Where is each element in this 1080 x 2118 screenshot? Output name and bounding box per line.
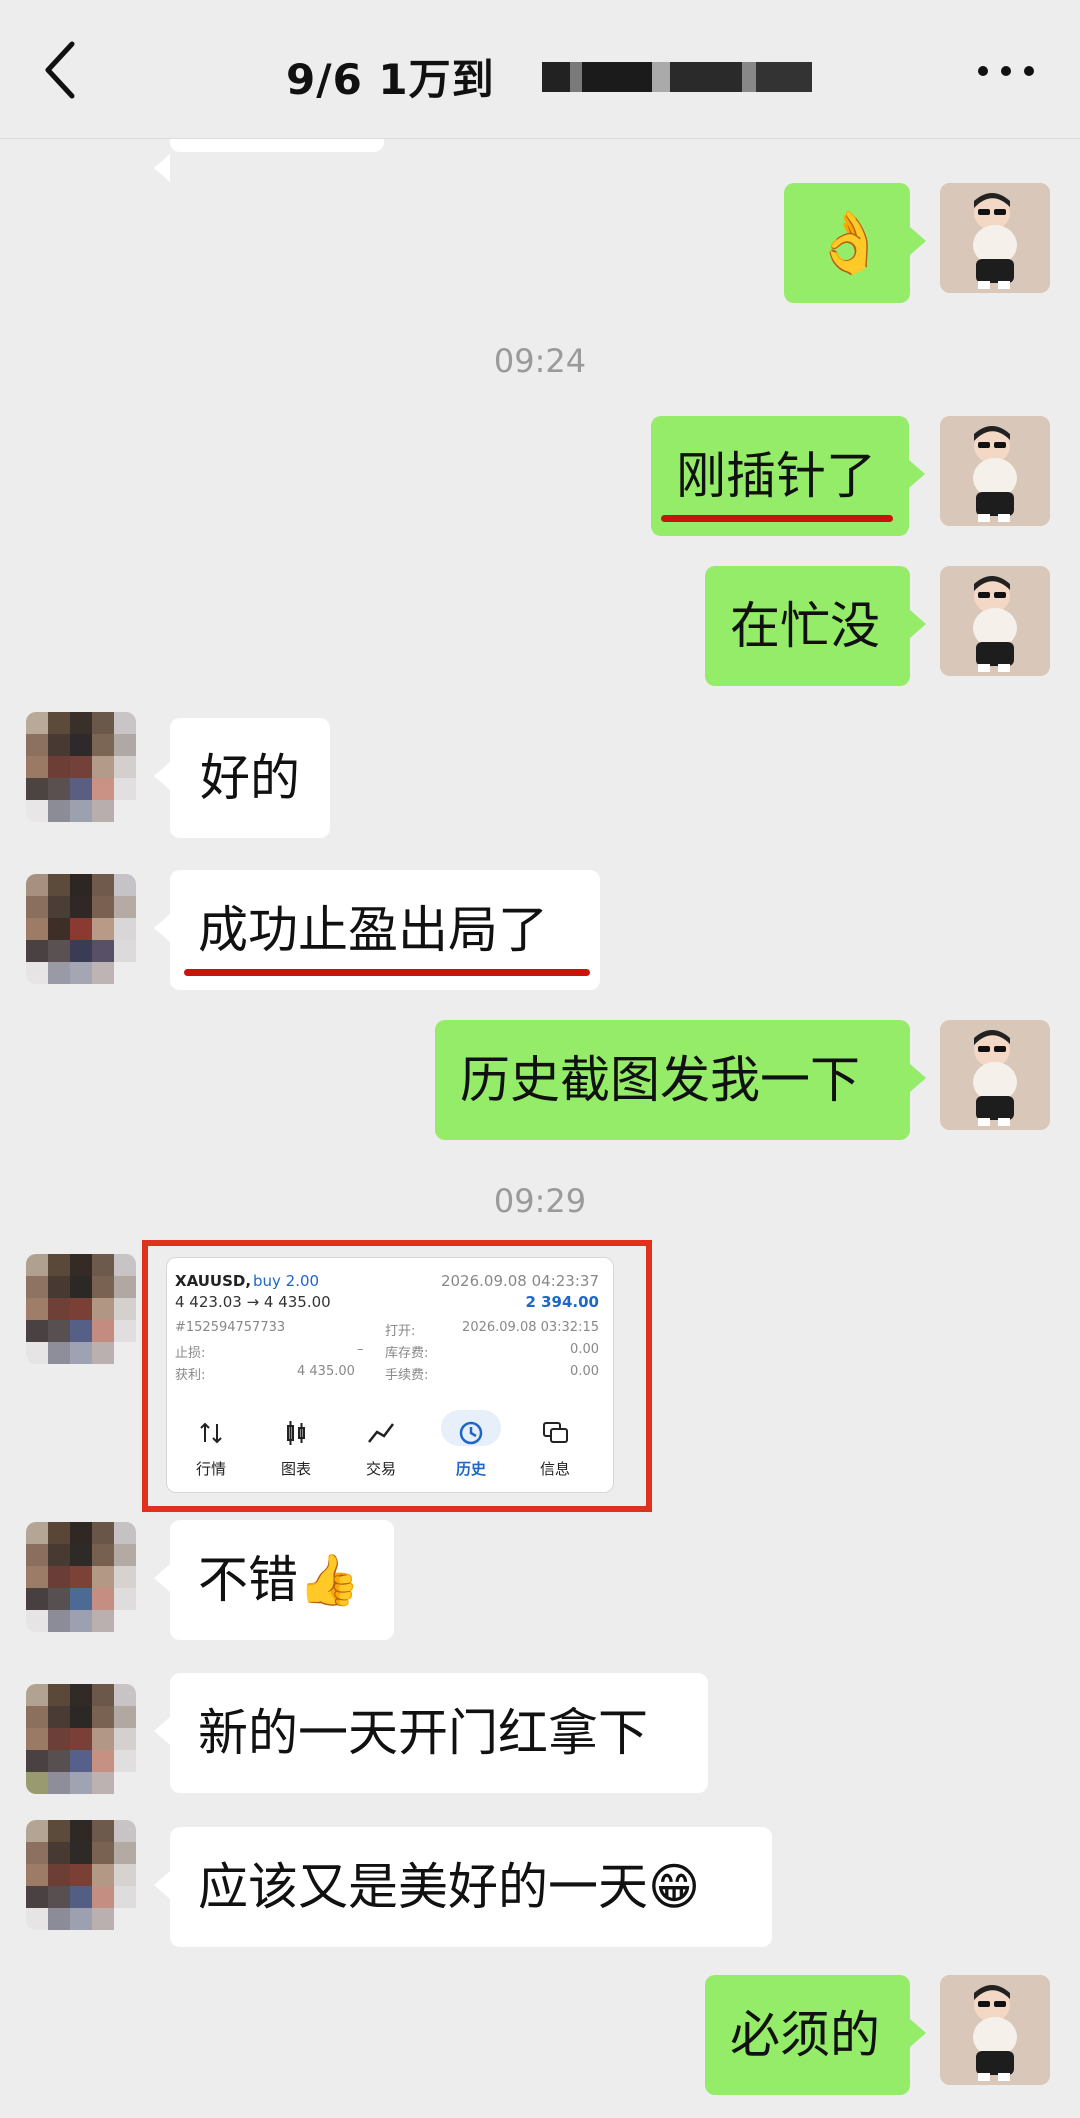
my-avatar[interactable]: [940, 1975, 1050, 2085]
tp-label: 获利:: [175, 1368, 206, 1383]
chat-header: 9/6 1万到: [0, 0, 1080, 139]
nav-label-quotes[interactable]: 行情: [181, 1458, 241, 1479]
trade-line-icon[interactable]: [351, 1418, 411, 1448]
message-text: 好的: [200, 749, 300, 807]
red-underline-annotation: [661, 515, 893, 522]
trade-profit: 2 394.00: [525, 1293, 599, 1311]
message-bubble[interactable]: 新的一天开门红拿下: [154, 1673, 708, 1793]
more-dots-icon[interactable]: [976, 64, 1036, 78]
message-bubble[interactable]: 成功止盈出局了: [154, 870, 600, 990]
message-bubble[interactable]: 在忙没: [705, 566, 926, 686]
message-text: 应该又是美好的一天😁: [198, 1858, 701, 1916]
message-text: 历史截图发我一下: [460, 1051, 860, 1109]
message-text: 成功止盈出局了: [198, 901, 548, 959]
tp-value: 4 435.00: [297, 1364, 355, 1379]
candlestick-chart-icon[interactable]: [266, 1418, 326, 1448]
red-underline-annotation: [184, 969, 590, 976]
my-avatar[interactable]: [940, 183, 1050, 293]
message-bubble[interactable]: 历史截图发我一下: [435, 1020, 926, 1140]
trade-symbol: XAUUSD,: [175, 1272, 252, 1290]
message-bubble[interactable]: 必须的: [705, 1975, 926, 2095]
contact-avatar[interactable]: [26, 1254, 136, 1364]
open-label: 打开:: [385, 1324, 416, 1339]
message-text: 必须的: [730, 2006, 880, 2064]
trade-history-screenshot[interactable]: XAUUSD, buy 2.00 2026.09.08 04:23:37 4 4…: [166, 1257, 614, 1493]
chat-title: 9/6 1万到: [286, 55, 495, 104]
message-text: 不错👍: [198, 1551, 361, 1609]
trade-ticket: #152594757733: [175, 1320, 286, 1335]
contact-avatar[interactable]: [26, 712, 136, 822]
cartoon-avatar-icon: [940, 183, 1050, 293]
contact-avatar[interactable]: [26, 1820, 136, 1930]
timestamp: 09:29: [493, 1182, 587, 1220]
trade-direction: buy 2.00: [253, 1272, 320, 1290]
contact-avatar[interactable]: [26, 1684, 136, 1794]
trade-prices: 4 423.03 → 4 435.00: [175, 1293, 331, 1311]
contact-avatar[interactable]: [26, 874, 136, 984]
swap-value: 0.00: [570, 1342, 599, 1357]
quotes-arrows-icon[interactable]: [181, 1418, 241, 1448]
message-bubble[interactable]: 应该又是美好的一天😁: [154, 1827, 772, 1947]
message-text: 刚插针了: [676, 447, 876, 505]
my-avatar[interactable]: [940, 566, 1050, 676]
cartoon-avatar-icon: [940, 566, 1050, 676]
messages-chat-icon[interactable]: [525, 1418, 585, 1448]
message-text: 在忙没: [730, 597, 880, 655]
ok-hand-emoji: 👌: [812, 208, 887, 278]
trade-close-date: 2026.09.08 04:23:37: [440, 1272, 599, 1290]
nav-label-trade[interactable]: 交易: [351, 1458, 411, 1479]
cartoon-avatar-icon: [940, 416, 1050, 526]
chevron-left-icon[interactable]: [38, 38, 86, 102]
nav-label-history[interactable]: 历史: [441, 1458, 501, 1479]
cartoon-avatar-icon: [940, 1975, 1050, 2085]
cartoon-avatar-icon: [940, 1020, 1050, 1130]
timestamp: 09:24: [493, 342, 587, 380]
message-bubble[interactable]: 好的: [154, 718, 330, 838]
redacted-title-mask: [542, 62, 812, 92]
nav-label-messages[interactable]: 信息: [525, 1458, 585, 1479]
message-bubble[interactable]: 刚插针了: [651, 416, 925, 536]
fee-label: 手续费:: [385, 1368, 429, 1383]
message-bubble[interactable]: 不错👍: [154, 1520, 394, 1640]
nav-label-chart[interactable]: 图表: [266, 1458, 326, 1479]
open-time: 2026.09.08 03:32:15: [462, 1320, 599, 1335]
history-clock-icon[interactable]: [441, 1418, 501, 1448]
my-avatar[interactable]: [940, 1020, 1050, 1130]
sl-label: 止损:: [175, 1346, 206, 1361]
swap-label: 库存费:: [385, 1346, 429, 1361]
fee-value: 0.00: [570, 1364, 599, 1379]
message-bubble-ok[interactable]: 👌: [784, 183, 926, 303]
contact-avatar[interactable]: [26, 1522, 136, 1632]
message-text: 新的一天开门红拿下: [198, 1704, 648, 1762]
my-avatar[interactable]: [940, 416, 1050, 526]
sl-value: –: [357, 1342, 364, 1357]
